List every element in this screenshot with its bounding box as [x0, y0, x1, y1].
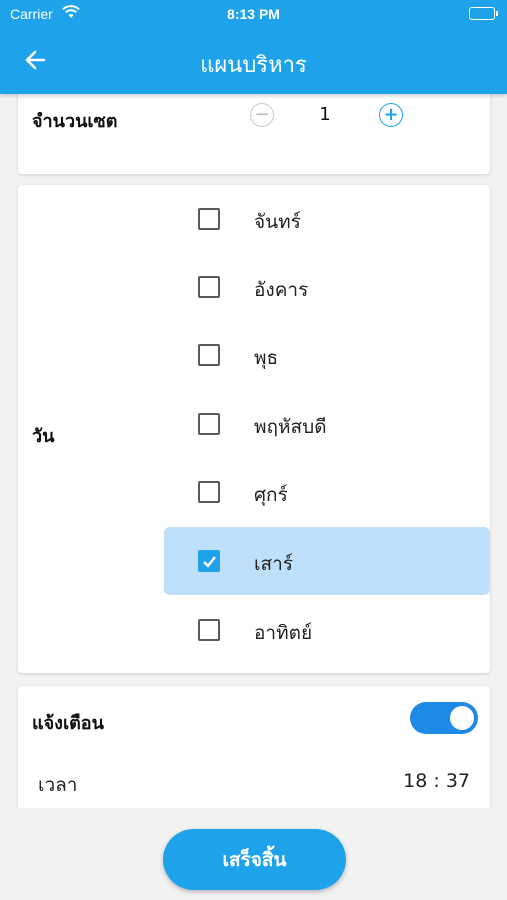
notify-card: แจ้งเตือน เวลา 18 : 37 — [18, 686, 490, 816]
checkbox[interactable] — [198, 619, 220, 641]
day-option-tuesday[interactable]: อังคาร — [164, 253, 490, 321]
day-label: ศุกร์ — [254, 484, 288, 506]
checkbox-checked[interactable] — [198, 550, 220, 572]
increment-button[interactable]: + — [379, 103, 403, 127]
day-label: พุธ — [254, 347, 279, 369]
days-label: วัน — [32, 426, 55, 447]
day-option-friday[interactable]: ศุกร์ — [164, 458, 490, 526]
day-label: อาทิตย์ — [254, 622, 313, 644]
checkbox[interactable] — [198, 413, 220, 435]
status-time: 8:13 PM — [227, 6, 280, 22]
day-option-thursday[interactable]: พฤหัสบดี — [164, 390, 490, 458]
time-value[interactable]: 18 : 37 — [403, 770, 470, 792]
battery-icon — [469, 7, 498, 20]
day-option-wednesday[interactable]: พุธ — [164, 321, 490, 389]
notify-toggle[interactable] — [410, 702, 478, 734]
days-card: วัน จันทร์ อังคาร พุธ พฤหัสบดี ศุกร์ เสา… — [18, 185, 490, 673]
sets-label: จำนวนเซต — [32, 111, 118, 132]
time-label: เวลา — [38, 774, 78, 796]
day-label: จันทร์ — [254, 211, 301, 233]
day-label: พฤหัสบดี — [254, 416, 327, 438]
plus-icon: + — [383, 104, 399, 125]
day-label: อังคาร — [254, 279, 309, 301]
decrement-button[interactable]: − — [250, 103, 274, 127]
minus-icon: − — [254, 104, 270, 125]
day-option-saturday[interactable]: เสาร์ — [164, 527, 490, 595]
checkbox[interactable] — [198, 481, 220, 503]
finish-button-label: เสร็จสิ้น — [222, 848, 287, 871]
sets-value: 1 — [319, 104, 331, 125]
checkbox[interactable] — [198, 344, 220, 366]
toggle-knob — [450, 706, 474, 730]
checkbox[interactable] — [198, 276, 220, 298]
day-option-sunday[interactable]: อาทิตย์ — [164, 596, 490, 664]
notify-label: แจ้งเตือน — [32, 713, 104, 734]
checkbox[interactable] — [198, 208, 220, 230]
checkmark-icon — [203, 556, 216, 568]
finish-button[interactable]: เสร็จสิ้น — [163, 829, 346, 890]
status-bar: Carrier 8:13 PM — [0, 0, 507, 28]
app-bar: Carrier 8:13 PM แผนบริหาร — [0, 0, 507, 94]
day-label: เสาร์ — [254, 553, 293, 575]
day-option-monday[interactable]: จันทร์ — [164, 185, 490, 253]
page-title: แผนบริหาร — [200, 53, 307, 78]
